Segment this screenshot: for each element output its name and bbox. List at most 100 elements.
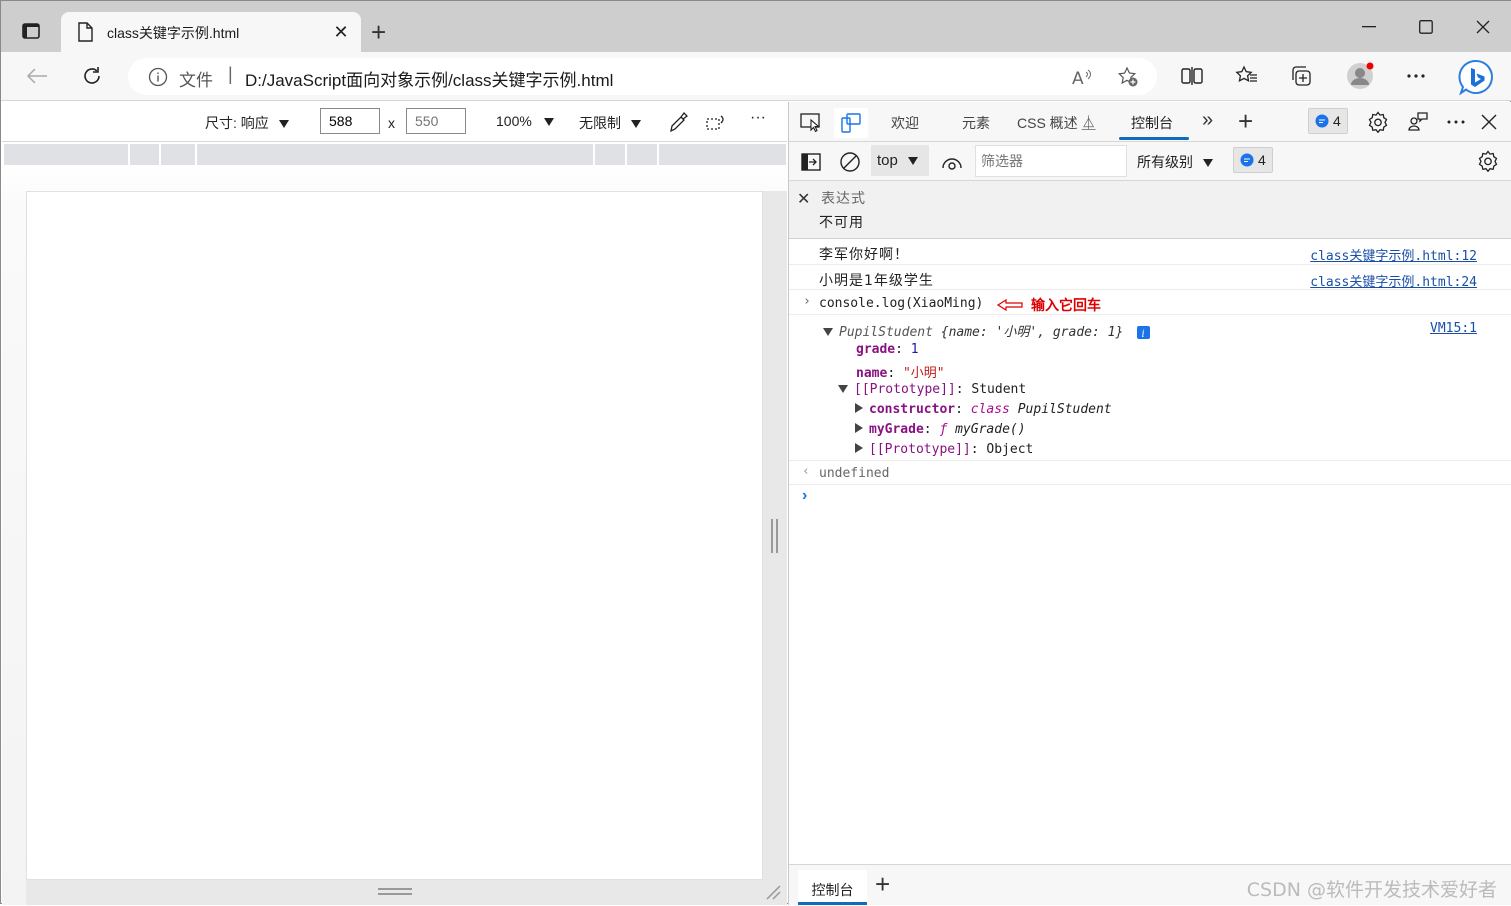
- prop-method[interactable]: myGrade: ƒ myGrade(): [855, 422, 1026, 437]
- message-icon: [1315, 114, 1329, 128]
- tab-actions-icon[interactable]: [21, 21, 41, 41]
- devtools-drawer: 控制台 + CSDN @软件开发技术爱好者: [789, 864, 1511, 906]
- context-selector[interactable]: top: [871, 145, 929, 176]
- address-bar[interactable]: 文件 | D:/JavaScript面向对象示例/class关键字示例.html…: [128, 58, 1157, 95]
- rotate-icon[interactable]: [705, 111, 727, 136]
- collections-icon[interactable]: [1290, 64, 1314, 88]
- device-emulation-icon[interactable]: [834, 108, 868, 138]
- new-tab-button[interactable]: +: [371, 19, 386, 45]
- resize-corner-icon: [766, 885, 781, 900]
- throttle-label: 无限制: [579, 115, 621, 131]
- input-chevron-icon: ›: [803, 294, 811, 309]
- prop-prototype[interactable]: [[Prototype]]: Student: [838, 382, 1026, 397]
- more-options-icon[interactable]: [1444, 110, 1468, 134]
- eyedropper-icon[interactable]: [668, 111, 688, 136]
- object-source-link[interactable]: VM15:1: [1430, 321, 1477, 336]
- chevron-down-icon: [278, 120, 289, 128]
- collapse-triangle-icon[interactable]: [855, 443, 863, 453]
- zoom-label: 100%: [496, 113, 532, 129]
- feedback-icon[interactable]: [1406, 110, 1430, 134]
- console-object-output: PupilStudent {name: '小明', grade: 1} i VM…: [789, 315, 1511, 461]
- console-return-value: ‹ undefined: [789, 461, 1511, 485]
- message-text: 小明是1年级学生: [819, 273, 934, 289]
- minimize-button[interactable]: [1349, 13, 1389, 41]
- tab-welcome[interactable]: 欢迎: [891, 113, 919, 133]
- prop-constructor[interactable]: constructor: class PupilStudent: [855, 402, 1112, 417]
- issues-badge[interactable]: 4: [1308, 108, 1348, 134]
- collapse-triangle-icon[interactable]: [855, 403, 863, 413]
- console-settings-gear-icon[interactable]: [1476, 149, 1500, 173]
- height-input[interactable]: [406, 108, 466, 134]
- settings-more-icon[interactable]: [1404, 64, 1428, 88]
- console-message: 李军你好啊！ class关键字示例.html:12: [789, 239, 1511, 265]
- read-aloud-icon[interactable]: A: [1071, 65, 1095, 89]
- tab-close-icon[interactable]: ✕: [331, 22, 351, 42]
- message-source-link[interactable]: class关键字示例.html:24: [1310, 271, 1477, 290]
- tab-console[interactable]: 控制台: [1131, 113, 1173, 133]
- expand-triangle-icon[interactable]: [823, 328, 833, 336]
- return-value: undefined: [819, 466, 890, 481]
- filter-input[interactable]: [975, 145, 1127, 177]
- object-summary[interactable]: PupilStudent {name: '小明', grade: 1} i: [823, 321, 1151, 340]
- tab-elements[interactable]: 元素: [962, 113, 990, 133]
- address-separator: |: [228, 64, 233, 84]
- remove-expression-icon[interactable]: ✕: [797, 189, 810, 209]
- back-button[interactable]: [25, 64, 49, 88]
- add-tab-button[interactable]: +: [1238, 106, 1253, 137]
- context-label: top: [877, 152, 898, 169]
- maximize-button[interactable]: [1406, 13, 1446, 41]
- clear-console-icon[interactable]: [838, 150, 862, 174]
- experiment-flask-icon: ⏅: [1081, 115, 1096, 131]
- viewport-resize-bottom[interactable]: [26, 880, 781, 905]
- chevron-down-icon: [543, 118, 554, 126]
- chevron-down-icon: [1202, 159, 1213, 167]
- message-source-link[interactable]: class关键字示例.html:12: [1310, 245, 1477, 264]
- log-levels-dropdown[interactable]: 所有级别: [1137, 152, 1213, 172]
- prop-prototype-object[interactable]: [[Prototype]]: Object: [855, 442, 1033, 457]
- refresh-button[interactable]: [80, 64, 104, 88]
- zoom-dropdown[interactable]: 100%: [496, 113, 554, 129]
- annotation: 输入它回车: [997, 295, 1101, 315]
- close-window-button[interactable]: [1463, 13, 1503, 41]
- url-text[interactable]: D:/JavaScript面向对象示例/class关键字示例.html: [245, 66, 613, 91]
- media-query-bar[interactable]: [4, 144, 786, 165]
- more-options-button[interactable]: ···: [750, 109, 766, 127]
- expression-label[interactable]: 表达式: [821, 188, 866, 208]
- profile-avatar[interactable]: [1346, 62, 1374, 90]
- device-toolbar: 尺寸: 响应 x 100% 无限制 ···: [2, 102, 787, 142]
- log-levels-label: 所有级别: [1137, 154, 1193, 170]
- expand-triangle-icon[interactable]: [838, 385, 848, 393]
- live-expression: ✕ 表达式 不可用: [789, 181, 1511, 239]
- info-badge-icon: i: [1137, 326, 1151, 340]
- bing-copilot-icon[interactable]: [1456, 58, 1496, 98]
- console-issues-badge[interactable]: 4: [1233, 147, 1273, 173]
- live-expression-eye-icon[interactable]: [940, 150, 964, 174]
- input-command[interactable]: console.log(XiaoMing): [819, 296, 983, 311]
- close-devtools-icon[interactable]: [1477, 110, 1501, 134]
- viewport-resize-right[interactable]: [763, 191, 787, 905]
- object-class: PupilStudent: [839, 325, 933, 340]
- settings-gear-icon[interactable]: [1366, 110, 1390, 134]
- console-prompt[interactable]: ›: [789, 485, 1511, 509]
- add-favorite-icon[interactable]: [1116, 65, 1140, 89]
- message-icon: [1240, 153, 1254, 167]
- throttle-dropdown[interactable]: 无限制: [579, 113, 641, 133]
- drawer-tab-console[interactable]: 控制台: [798, 870, 867, 906]
- expression-value: 不可用: [819, 214, 864, 230]
- page-viewport[interactable]: [26, 191, 763, 880]
- console-issues-count: 4: [1258, 152, 1266, 168]
- browser-tab[interactable]: class关键字示例.html ✕: [61, 12, 361, 53]
- prop-name: name: "小明": [856, 366, 945, 381]
- info-icon[interactable]: [148, 67, 168, 90]
- drawer-add-button[interactable]: +: [875, 869, 890, 900]
- sidebar-toggle-icon[interactable]: [799, 150, 823, 174]
- inspect-element-icon[interactable]: [799, 110, 823, 134]
- favorites-icon[interactable]: [1235, 64, 1259, 88]
- collapse-triangle-icon[interactable]: [855, 423, 863, 433]
- width-input[interactable]: [320, 108, 380, 134]
- dimensions-dropdown[interactable]: 尺寸: 响应: [205, 113, 289, 133]
- console-toolbar: top 所有级别 4: [789, 142, 1511, 181]
- split-screen-icon[interactable]: [1180, 64, 1204, 88]
- more-tabs-button[interactable]: »: [1202, 109, 1213, 132]
- tab-css-overview[interactable]: CSS 概述 ⏅: [1017, 113, 1096, 133]
